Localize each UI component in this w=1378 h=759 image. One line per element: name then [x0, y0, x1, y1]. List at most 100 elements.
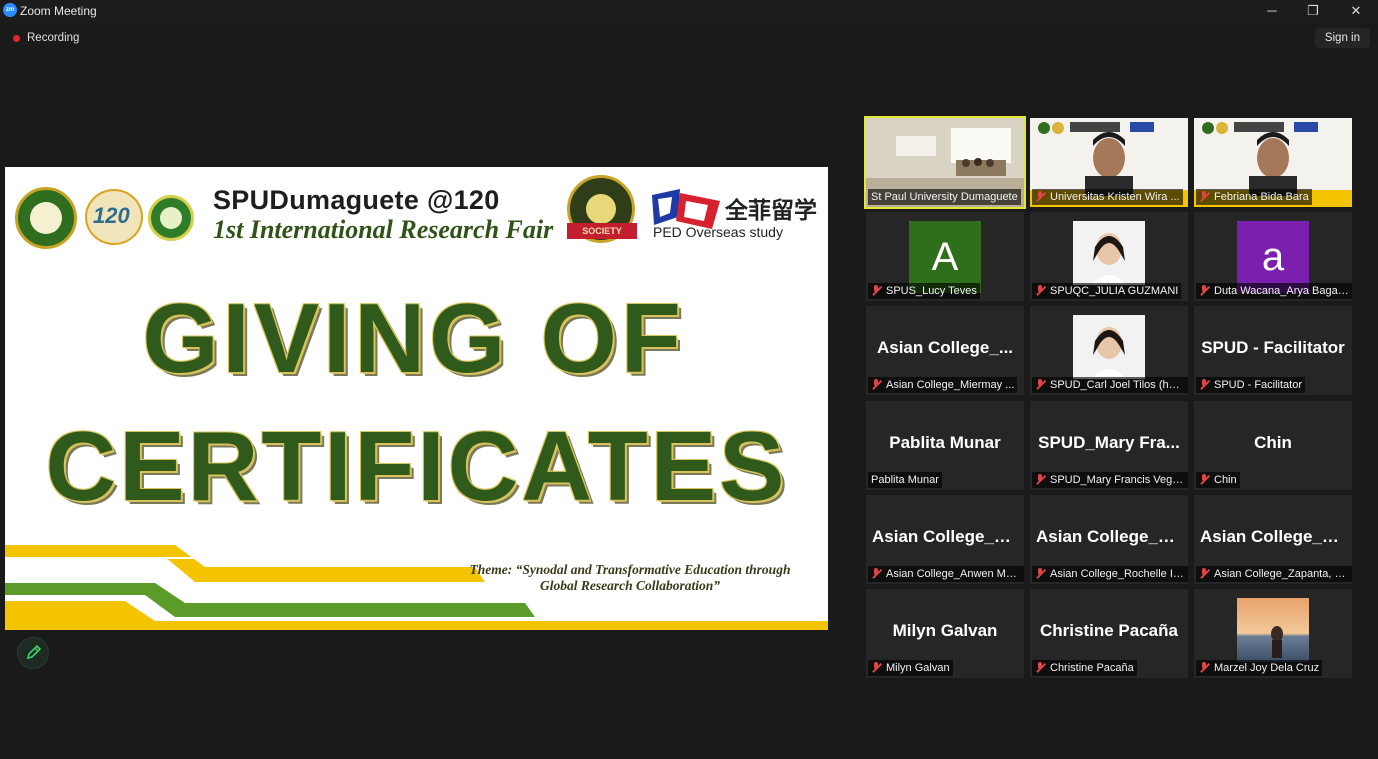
- participant-display-name: Milyn Galvan: [892, 621, 998, 640]
- mic-muted-icon: [1199, 285, 1210, 296]
- recording-dot-icon: [13, 35, 20, 42]
- participant-name-label: Febriana Bida Bara: [1196, 189, 1312, 205]
- title-bar: zm Zoom Meeting ─ ❐ ✕: [0, 0, 1378, 22]
- mic-muted-icon: [1199, 568, 1210, 579]
- participant-display-name: Pablita Munar: [889, 433, 1001, 452]
- avatar-photo: [1073, 221, 1145, 285]
- participant-tile[interactable]: SPUD_Carl Joel Tilos (he/...: [1030, 306, 1188, 395]
- participant-name: SPUQC_JULIA GUZMANI: [1050, 285, 1179, 297]
- participant-name: Asian College_Rochelle Ib...: [1050, 568, 1188, 580]
- participant-tile[interactable]: Pablita Munar Pablita Munar: [866, 401, 1024, 490]
- participant-tile[interactable]: Universitas Kristen Wira ...: [1030, 118, 1188, 207]
- society-ribbon: SOCIETY: [567, 223, 637, 239]
- participant-name-label: SPUS_Lucy Teves: [868, 283, 980, 299]
- participant-name-label: SPUD_Mary Francis Vega ...: [1032, 472, 1188, 488]
- close-button[interactable]: ✕: [1336, 0, 1376, 22]
- participant-name-label: Pablita Munar: [868, 472, 942, 488]
- restore-button[interactable]: ❐: [1293, 0, 1333, 22]
- participant-name-label: Milyn Galvan: [868, 660, 953, 676]
- participant-name: Christine Pacaña: [1050, 662, 1134, 674]
- participant-name: Duta Wacana_Arya Bagas...: [1214, 285, 1352, 297]
- mic-muted-icon: [871, 662, 882, 673]
- participant-tile[interactable]: Asian College_A... Asian College_Anwen Mu…: [866, 495, 1024, 584]
- participant-name: SPUD_Mary Francis Vega ...: [1050, 474, 1188, 486]
- participant-name-label: Marzel Joy Dela Cruz: [1196, 660, 1323, 676]
- participant-name-label: Universitas Kristen Wira ...: [1032, 189, 1183, 205]
- participant-tile[interactable]: SPUD - Facilitator SPUD - Facilitator: [1194, 306, 1352, 395]
- sign-in-button[interactable]: Sign in: [1314, 28, 1370, 48]
- mic-muted-icon: [1035, 474, 1046, 485]
- mic-muted-icon: [1199, 379, 1210, 390]
- participant-name-label: SPUQC_JULIA GUZMANI: [1032, 283, 1182, 299]
- participant-name-label: Duta Wacana_Arya Bagas...: [1196, 283, 1352, 299]
- mic-muted-icon: [871, 568, 882, 579]
- anniversary-logo: 120: [85, 189, 143, 245]
- participant-name: Pablita Munar: [871, 474, 939, 486]
- participant-tile[interactable]: Chin Chin: [1194, 401, 1352, 490]
- slide-title-line1: GIVING OF: [142, 283, 685, 393]
- mic-muted-icon: [1035, 379, 1046, 390]
- minimize-button[interactable]: ─: [1252, 0, 1292, 22]
- mic-muted-icon: [1199, 662, 1210, 673]
- slide-title-line2: CERTIFICATES: [45, 411, 788, 521]
- annotate-button[interactable]: [17, 637, 49, 669]
- participant-tile[interactable]: A SPUS_Lucy Teves: [866, 212, 1024, 301]
- participant-name-label: Asian College_Rochelle Ib...: [1032, 566, 1188, 582]
- pencil-icon: [26, 644, 42, 660]
- participant-name-label: Asian College_Anwen Mu...: [868, 566, 1024, 582]
- participant-tile[interactable]: Asian College_... Asian College_Miermay .…: [866, 306, 1024, 395]
- mic-muted-icon: [871, 379, 882, 390]
- recording-label[interactable]: Recording: [27, 32, 79, 44]
- slide-subheading: 1st International Research Fair: [213, 215, 554, 244]
- participant-tile[interactable]: Marzel Joy Dela Cruz: [1194, 589, 1352, 678]
- zoom-app-icon: zm: [3, 3, 17, 17]
- participant-name: SPUD - Facilitator: [1214, 379, 1303, 391]
- slide-heading: SPUDumaguete @120: [213, 185, 500, 215]
- participant-display-name: Asian College_R...: [1036, 527, 1185, 546]
- avatar-photo: [1237, 598, 1309, 662]
- participant-name: Marzel Joy Dela Cruz: [1214, 662, 1320, 674]
- slide-theme: Theme: “Synodal and Transformative Educa…: [469, 562, 791, 593]
- sponsor-chinese-name: 全菲留学: [725, 197, 817, 223]
- participant-name-label: SPUD_Carl Joel Tilos (he/...: [1032, 377, 1188, 393]
- mic-muted-icon: [871, 285, 882, 296]
- mic-muted-icon: [1035, 285, 1046, 296]
- participant-tile[interactable]: SPUD_Mary Fra... SPUD_Mary Francis Vega .…: [1030, 401, 1188, 490]
- participant-tile[interactable]: a Duta Wacana_Arya Bagas...: [1194, 212, 1352, 301]
- participant-name: Asian College_Zapanta, Jo...: [1214, 568, 1352, 580]
- participant-name: SPUS_Lucy Teves: [886, 285, 977, 297]
- shared-screen: 120 SPUDumaguete @120 1st International …: [5, 167, 828, 630]
- participant-tile[interactable]: St Paul University Dumaguete: [864, 116, 1026, 209]
- participant-name-label: Asian College_Miermay ...: [868, 377, 1018, 393]
- participant-tile[interactable]: Milyn Galvan Milyn Galvan: [866, 589, 1024, 678]
- participant-display-name: Asian College_A...: [872, 527, 1021, 546]
- mic-muted-icon: [1035, 662, 1046, 673]
- participant-tile[interactable]: Febriana Bida Bara: [1194, 118, 1352, 207]
- participant-display-name: Christine Pacaña: [1040, 621, 1178, 640]
- participant-tile[interactable]: Asian College_R... Asian College_Rochelle…: [1030, 495, 1188, 584]
- participant-name: Febriana Bida Bara: [1214, 191, 1309, 203]
- university-seal-logo: [15, 187, 77, 249]
- window-title: Zoom Meeting: [20, 4, 97, 18]
- mic-muted-icon: [1199, 474, 1210, 485]
- participant-tile[interactable]: Asian College_Z... Asian College_Zapanta,…: [1194, 495, 1352, 584]
- participant-name: Asian College_Anwen Mu...: [886, 568, 1022, 580]
- participant-name: St Paul University Dumaguete: [871, 191, 1018, 203]
- participant-name: Asian College_Miermay ...: [886, 379, 1015, 391]
- participant-name-label: SPUD - Facilitator: [1196, 377, 1306, 393]
- participant-display-name: Chin: [1254, 433, 1292, 452]
- participant-name: SPUD_Carl Joel Tilos (he/...: [1050, 379, 1187, 391]
- mic-muted-icon: [1199, 191, 1210, 202]
- avatar-photo: [1073, 315, 1145, 379]
- participant-name-label: Christine Pacaña: [1032, 660, 1137, 676]
- participant-tile[interactable]: Christine Pacaña Christine Pacaña: [1030, 589, 1188, 678]
- participant-display-name: SPUD - Facilitator: [1201, 338, 1345, 357]
- participant-name: Milyn Galvan: [886, 662, 950, 674]
- mic-muted-icon: [1035, 568, 1046, 579]
- participant-name-label: Asian College_Zapanta, Jo...: [1196, 566, 1352, 582]
- school-seal-logo: [148, 195, 194, 241]
- participant-tile[interactable]: SPUQC_JULIA GUZMANI: [1030, 212, 1188, 301]
- participant-name-label: St Paul University Dumaguete: [868, 189, 1021, 205]
- participant-display-name: Asian College_...: [876, 338, 1014, 357]
- participant-name: Universitas Kristen Wira ...: [1050, 191, 1180, 203]
